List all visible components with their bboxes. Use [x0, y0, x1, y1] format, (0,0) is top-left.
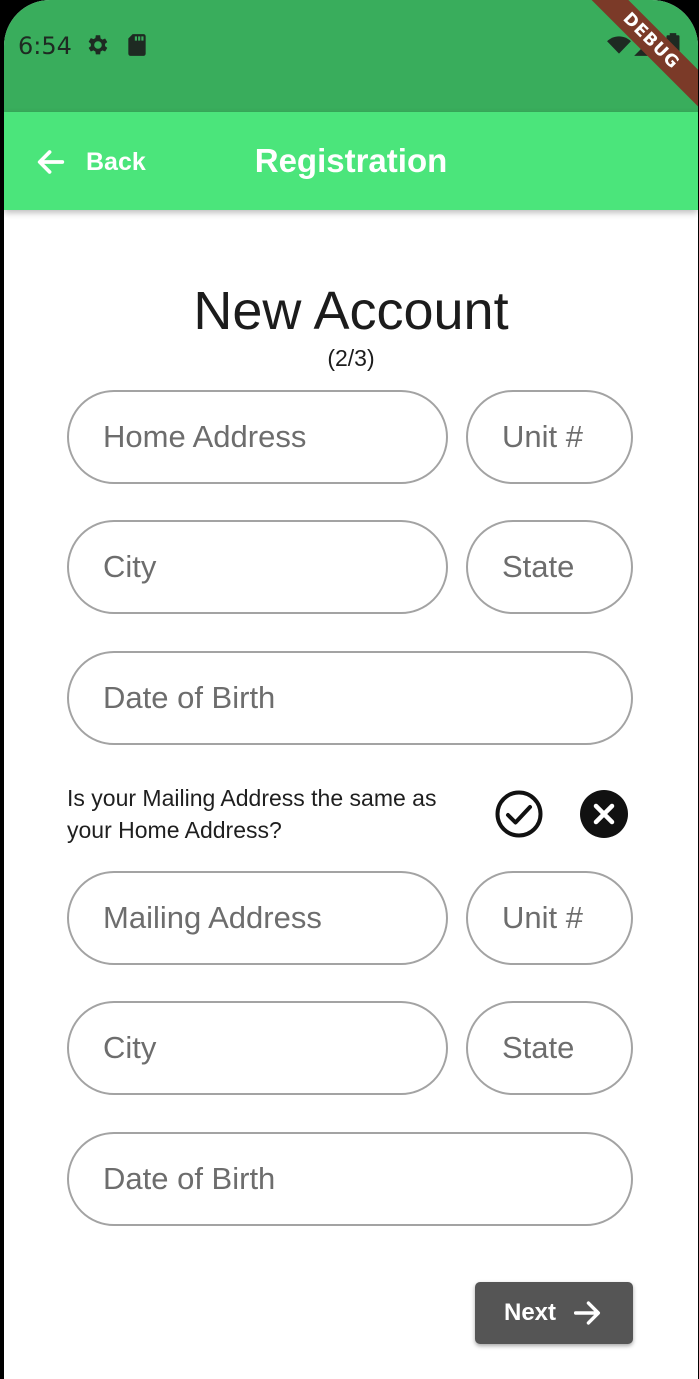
debug-label: DEBUG [581, 0, 698, 111]
status-bar: 6:54 DEBUG [4, 0, 698, 112]
home-unit-input[interactable] [468, 392, 631, 482]
home-unit-field[interactable] [466, 390, 633, 484]
home-state-input[interactable] [468, 522, 631, 612]
mailing-state-field[interactable] [466, 1001, 633, 1095]
page-title: New Account [193, 281, 509, 341]
mailing-unit-field[interactable] [466, 871, 633, 965]
home-city-input[interactable] [69, 522, 446, 612]
mailing-unit-input[interactable] [468, 873, 631, 963]
home-address-field[interactable] [67, 390, 448, 484]
check-circle-icon [495, 790, 543, 838]
close-circle-icon [580, 790, 628, 838]
home-dob-input[interactable] [69, 653, 631, 743]
mailing-dob-field[interactable] [67, 1132, 633, 1226]
sd-card-icon [128, 34, 146, 56]
app-title: Registration [254, 142, 448, 179]
mailing-address-input[interactable] [69, 873, 446, 963]
reject-same-button[interactable] [579, 789, 629, 839]
status-time: 6:54 [18, 32, 72, 60]
next-label: Next [503, 1299, 557, 1326]
debug-banner: DEBUG [568, 0, 698, 130]
mailing-city-input[interactable] [69, 1003, 446, 1093]
mailing-address-field[interactable] [67, 871, 448, 965]
home-address-input[interactable] [69, 392, 446, 482]
phone-screen: 6:54 DEBUG Back Registration New Account… [4, 0, 698, 1379]
home-city-field[interactable] [67, 520, 448, 614]
mailing-city-field[interactable] [67, 1001, 448, 1095]
settings-icon [88, 35, 108, 55]
arrow-forward-icon [573, 1301, 601, 1325]
mailing-same-question: Is your Mailing Address the same as your… [67, 785, 437, 843]
mailing-dob-input[interactable] [69, 1134, 631, 1224]
confirm-same-button[interactable] [494, 789, 544, 839]
home-state-field[interactable] [466, 520, 633, 614]
next-button[interactable]: Next [475, 1282, 633, 1344]
step-indicator: (2/3) [327, 345, 375, 371]
mailing-state-input[interactable] [468, 1003, 631, 1093]
app-bar: Back Registration [4, 112, 698, 210]
home-dob-field[interactable] [67, 651, 633, 745]
